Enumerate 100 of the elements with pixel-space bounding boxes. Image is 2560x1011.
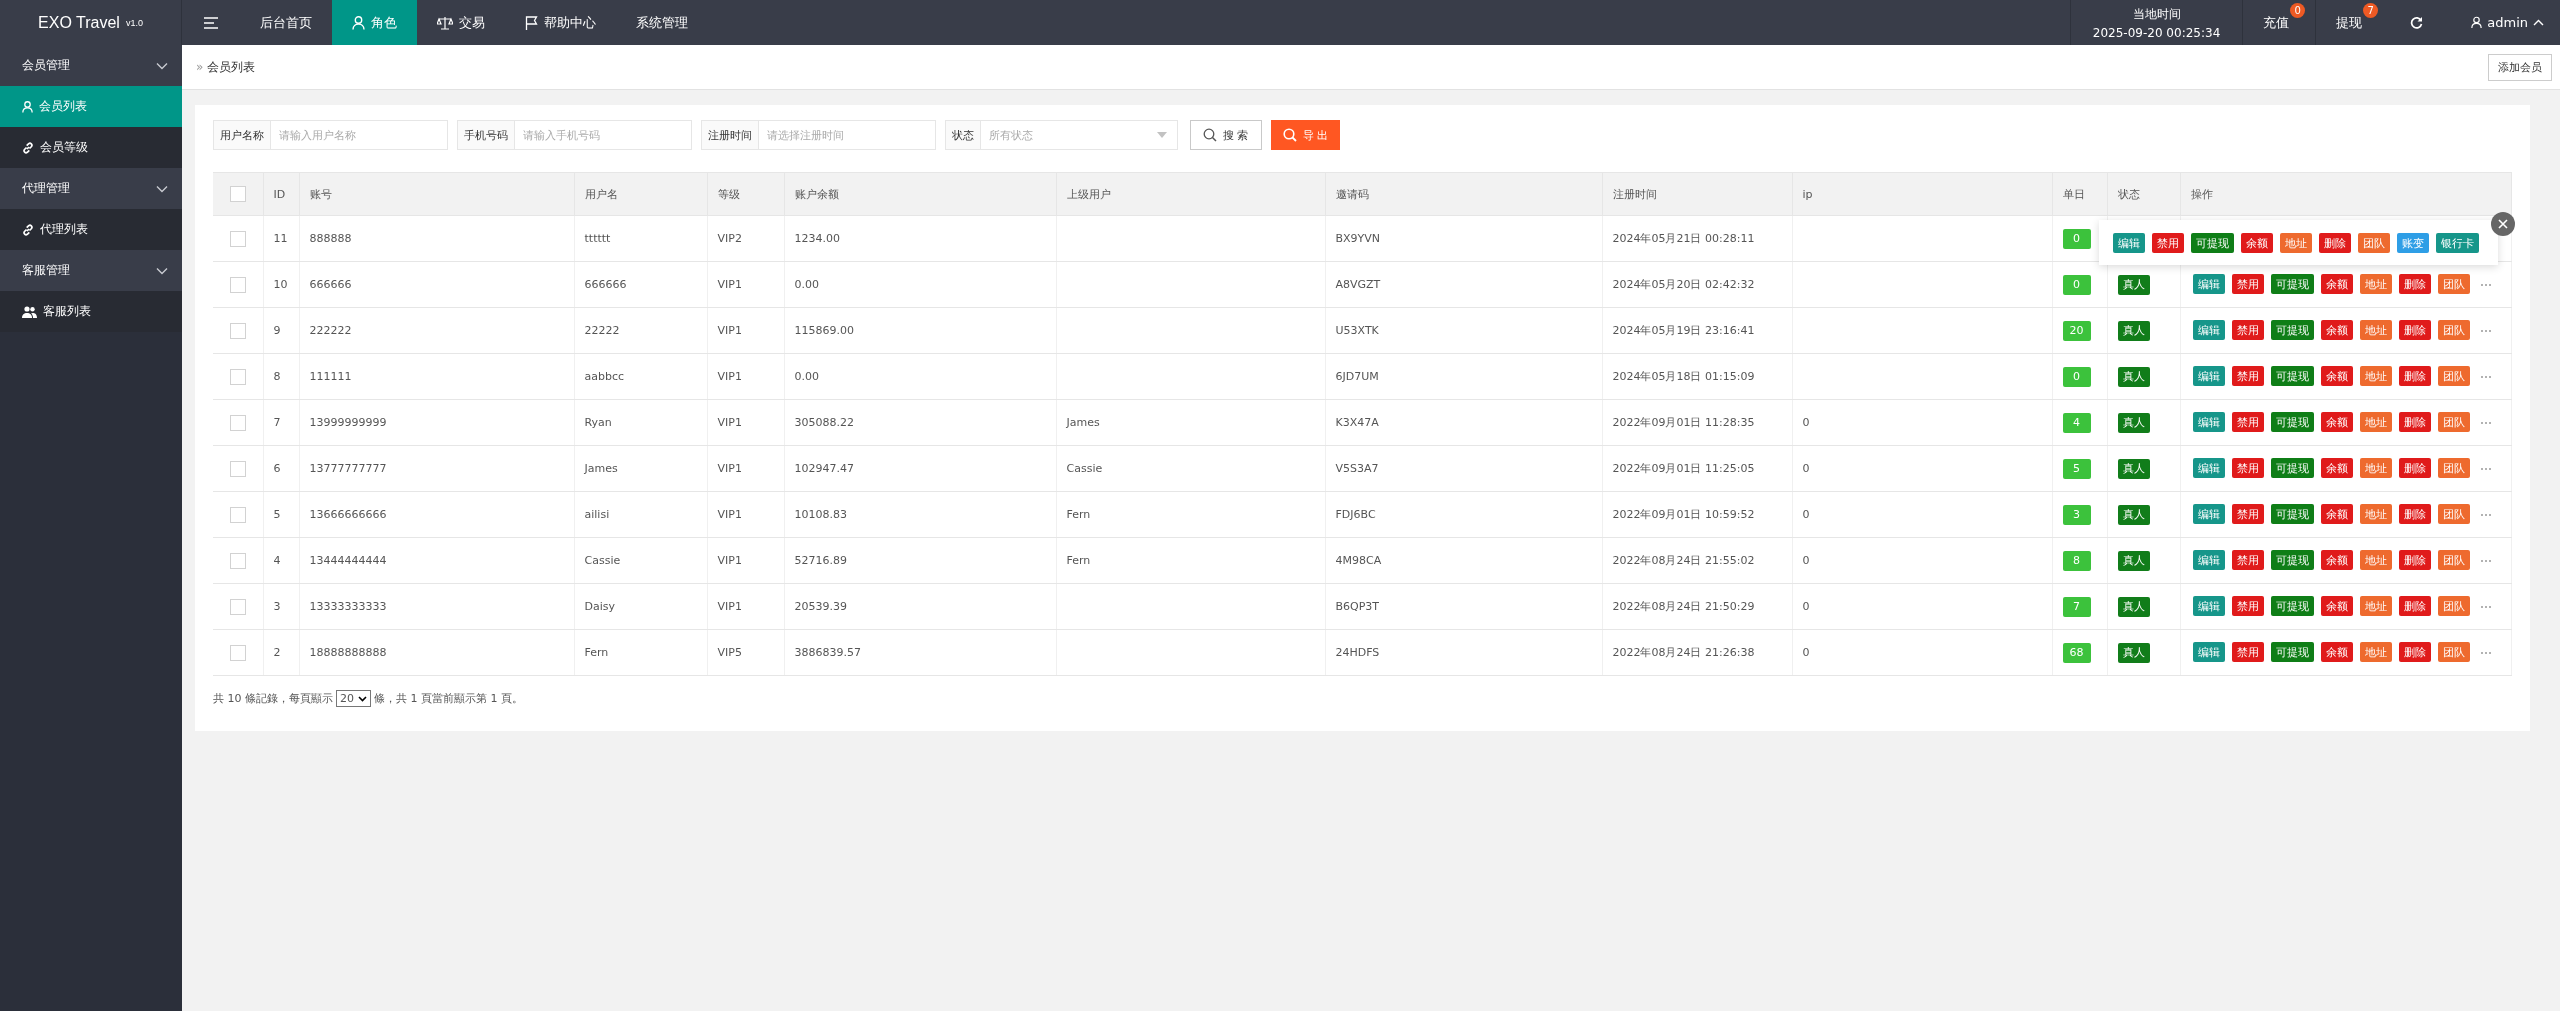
action-button[interactable]: 地址 [2359,412,2392,433]
action-button[interactable]: 余额 [2320,504,2353,525]
row-checkbox[interactable] [229,368,246,385]
action-button[interactable]: 余额 [2241,233,2273,253]
filter-field[interactable]: 状态 所有状态 [945,120,1178,150]
action-button[interactable]: 编辑 [2192,366,2225,387]
page-size-select[interactable]: 20 [336,690,371,707]
nav-tab[interactable]: 系统管理 [616,0,708,45]
action-button[interactable]: 团队 [2437,274,2470,295]
action-button[interactable]: 禁用 [2231,320,2264,341]
sidebar-group[interactable]: 会员管理 [0,45,182,86]
action-button[interactable]: 禁用 [2231,596,2264,617]
action-button[interactable]: 团队 [2437,320,2470,341]
action-button[interactable]: 禁用 [2231,504,2264,525]
action-button[interactable]: 余额 [2320,366,2353,387]
action-button[interactable]: 地址 [2280,233,2312,253]
action-button[interactable]: 可提现 [2191,233,2234,253]
action-button[interactable]: 可提现 [2270,320,2314,341]
nav-tab[interactable]: 帮助中心 [505,0,616,45]
row-checkbox[interactable] [229,598,246,615]
action-button[interactable]: 团队 [2437,458,2470,479]
action-button[interactable]: 团队 [2437,596,2470,617]
input-field[interactable]: 请输入手机号码 [515,121,691,149]
action-button[interactable]: 编辑 [2192,642,2225,663]
action-button[interactable]: 可提现 [2270,504,2314,525]
action-button[interactable]: 地址 [2359,504,2392,525]
export-button[interactable]: 导 出 [1270,120,1340,150]
filter-field[interactable]: 用户名称 请输入用户名称 [213,120,448,150]
action-button[interactable]: 编辑 [2192,412,2225,433]
action-button[interactable]: 地址 [2359,366,2392,387]
action-button[interactable]: 可提现 [2270,274,2314,295]
action-button[interactable]: 银行卡 [2436,233,2479,253]
search-button[interactable]: 搜 索 [1190,120,1262,150]
action-button[interactable]: 余额 [2320,550,2353,571]
action-button[interactable]: 删除 [2319,233,2351,253]
action-button[interactable]: 删除 [2398,412,2431,433]
action-button[interactable]: 可提现 [2270,642,2314,663]
action-button[interactable]: 团队 [2437,642,2470,663]
row-checkbox[interactable] [229,552,246,569]
action-button[interactable]: 禁用 [2231,412,2264,433]
user-menu[interactable]: admin [2445,0,2560,45]
action-button[interactable]: 可提现 [2270,412,2314,433]
action-button[interactable]: 可提现 [2270,596,2314,617]
filter-field[interactable]: 手机号码 请输入手机号码 [457,120,692,150]
row-checkbox[interactable] [229,460,246,477]
action-button[interactable]: 删除 [2398,458,2431,479]
action-button[interactable]: 团队 [2437,504,2470,525]
action-button[interactable]: 余额 [2320,642,2353,663]
action-button[interactable]: 禁用 [2231,550,2264,571]
action-button[interactable]: 团队 [2437,412,2470,433]
action-button[interactable]: 余额 [2320,458,2353,479]
action-button[interactable]: 删除 [2398,366,2431,387]
action-button[interactable]: 删除 [2398,596,2431,617]
action-button[interactable]: 删除 [2398,274,2431,295]
row-checkbox[interactable] [229,230,246,247]
action-button[interactable]: 可提现 [2270,366,2314,387]
action-button[interactable]: 地址 [2359,458,2392,479]
action-button[interactable]: 编辑 [2192,320,2225,341]
nav-tab[interactable]: 角色 [332,0,417,45]
action-button[interactable]: 编辑 [2192,274,2225,295]
input-field[interactable]: 请输入用户名称 [271,121,447,149]
sidebar-group[interactable]: 代理管理 [0,168,182,209]
action-button[interactable]: 团队 [2437,550,2470,571]
row-checkbox[interactable] [229,276,246,293]
action-button[interactable]: 禁用 [2231,366,2264,387]
row-checkbox[interactable] [229,644,246,661]
nav-tab[interactable]: 后台首页 [240,0,332,45]
action-button[interactable]: 可提现 [2270,550,2314,571]
add-member-button[interactable]: 添加会员 [2488,53,2552,81]
action-button[interactable]: 删除 [2398,550,2431,571]
select-all-checkbox[interactable] [229,186,246,202]
action-button[interactable]: 编辑 [2192,596,2225,617]
action-button[interactable]: 余额 [2320,596,2353,617]
input-field[interactable]: 请选择注册时间 [759,121,935,149]
status-select[interactable]: 所有状态 [981,128,1157,142]
sidebar-item[interactable]: 会员列表 [0,86,182,127]
action-button[interactable]: 地址 [2359,596,2392,617]
filter-field[interactable]: 注册时间 请选择注册时间 [701,120,936,150]
action-button[interactable]: 地址 [2359,642,2392,663]
action-button[interactable]: 团队 [2358,233,2390,253]
action-button[interactable]: 禁用 [2231,642,2264,663]
nav-tab[interactable]: 交易 [417,0,505,45]
action-button[interactable]: 团队 [2437,366,2470,387]
row-checkbox[interactable] [229,414,246,431]
row-checkbox[interactable] [229,322,246,339]
sidebar-item[interactable]: 客服列表 [0,291,182,332]
action-button[interactable]: 编辑 [2192,550,2225,571]
action-button[interactable]: 可提现 [2270,458,2314,479]
action-button[interactable]: 地址 [2359,550,2392,571]
action-button[interactable]: 删除 [2398,642,2431,663]
action-button[interactable]: 编辑 [2192,458,2225,479]
action-button[interactable]: 禁用 [2231,274,2264,295]
action-button[interactable]: 编辑 [2192,504,2225,525]
action-button[interactable]: 余额 [2320,274,2353,295]
sidebar-item[interactable]: 代理列表 [0,209,182,250]
sidebar-item[interactable]: 会员等级 [0,127,182,168]
row-checkbox[interactable] [229,506,246,523]
action-button[interactable]: 删除 [2398,320,2431,341]
action-button[interactable]: 地址 [2359,274,2392,295]
action-button[interactable]: 禁用 [2231,458,2264,479]
